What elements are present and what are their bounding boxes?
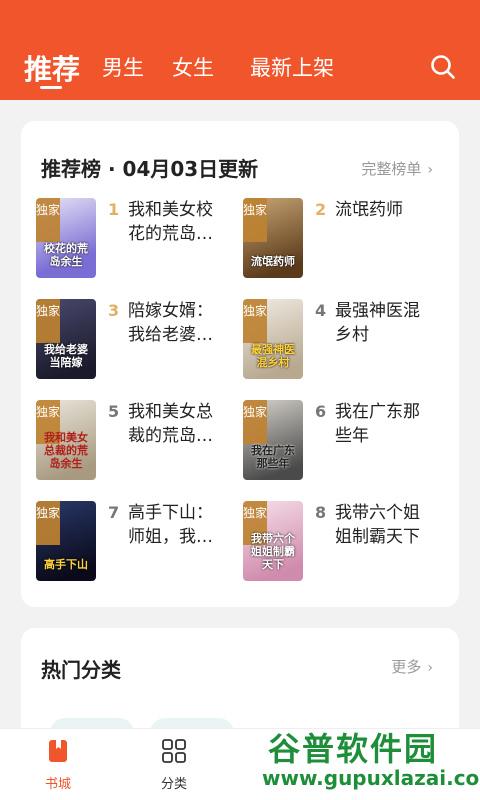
tabbar-label: 分类	[160, 777, 187, 792]
book-title: 高手下山：师姐，我…	[128, 503, 213, 547]
exclusive-badge: 独家	[243, 198, 267, 242]
rank-number: 5	[108, 402, 120, 421]
grid-icon	[162, 739, 186, 763]
book-title: 流氓药师	[335, 200, 403, 220]
book-cover: 独家 最强神医混乡村	[243, 299, 303, 379]
book-cover: 独家 高手下山	[36, 501, 96, 581]
full-ranking-label: 完整榜单	[361, 160, 422, 178]
tabbar-label: 书城	[44, 777, 71, 792]
ranking-card: 推荐榜 · 04月03日更新 完整榜单 › 独家 校花的荒岛余生 1 我和美女校花…	[21, 121, 459, 607]
book-cover: 独家 我给老婆当陪嫁	[36, 299, 96, 379]
full-ranking-link[interactable]: 完整榜单 ›	[361, 158, 433, 179]
book-cover: 独家 我和美女总裁的荒岛余生	[36, 400, 96, 480]
exclusive-badge: 独家	[243, 299, 267, 343]
book-cover: 独家 流氓药师	[243, 198, 303, 278]
watermark-cn: 谷普软件园	[268, 730, 439, 768]
tab-latest[interactable]: 最新上架	[250, 52, 334, 82]
book-item[interactable]: 独家 流氓药师 2 流氓药师	[243, 198, 443, 282]
tabbar-item-category[interactable]: 分类	[134, 729, 214, 800]
tab-male[interactable]: 男生	[102, 52, 144, 82]
book-item[interactable]: 独家 我和美女总裁的荒岛余生 5 我和美女总裁的荒岛…	[36, 400, 236, 484]
site-watermark: 谷普软件园 www.gupuxlazai.com	[262, 724, 480, 796]
tab-recommend[interactable]: 推荐	[24, 48, 80, 88]
rank-number: 8	[315, 503, 327, 522]
book-title: 我和美女总裁的荒岛…	[128, 402, 213, 446]
cover-text: 我给老婆当陪嫁	[44, 343, 88, 369]
book-title: 最强神医混乡村	[335, 301, 420, 345]
book-item[interactable]: 独家 我在广东那些年 6 我在广东那些年	[243, 400, 443, 484]
cover-text: 最强神医混乡村	[251, 343, 295, 369]
cover-text: 高手下山	[44, 558, 88, 571]
chevron-right-icon: ›	[427, 162, 433, 178]
rank-number: 6	[315, 402, 327, 421]
book-cover: 独家 我在广东那些年	[243, 400, 303, 480]
cover-text: 我在广东那些年	[251, 444, 295, 470]
rank-number: 7	[108, 503, 120, 522]
book-cover: 独家 校花的荒岛余生	[36, 198, 96, 278]
cover-text: 我带六个姐姐制霸天下	[251, 532, 295, 571]
exclusive-badge: 独家	[243, 400, 267, 444]
tabbar-item-bookstore[interactable]: 书城	[18, 729, 98, 800]
book-cover: 独家 我带六个姐姐制霸天下	[243, 501, 303, 581]
rank-number: 1	[108, 200, 120, 219]
book-title: 陪嫁女婿：我给老婆…	[128, 301, 213, 345]
categories-title: 热门分类	[41, 658, 121, 682]
book-item[interactable]: 独家 高手下山 7 高手下山：师姐，我…	[36, 501, 236, 585]
rank-number: 2	[315, 200, 327, 219]
exclusive-badge: 独家	[36, 501, 60, 545]
book-item[interactable]: 独家 最强神医混乡村 4 最强神医混乡村	[243, 299, 443, 383]
exclusive-badge: 独家	[36, 299, 60, 343]
cover-text: 我和美女总裁的荒岛余生	[44, 431, 88, 470]
book-item[interactable]: 独家 我给老婆当陪嫁 3 陪嫁女婿：我给老婆…	[36, 299, 236, 383]
book-item[interactable]: 独家 我带六个姐姐制霸天下 8 我带六个姐姐制霸天下	[243, 501, 443, 585]
exclusive-badge: 独家	[36, 198, 60, 242]
categories-more-link[interactable]: 更多 ›	[391, 656, 433, 677]
top-header: 推荐 男生 女生 最新上架	[0, 0, 480, 100]
book-title: 我在广东那些年	[335, 402, 420, 446]
book-icon	[49, 740, 67, 762]
cover-text: 校花的荒岛余生	[44, 242, 88, 268]
active-tab-indicator	[40, 86, 62, 89]
book-title: 我和美女校花的荒岛…	[128, 200, 213, 244]
ranking-title: 推荐榜 · 04月03日更新	[41, 157, 259, 181]
chevron-right-icon: ›	[427, 660, 433, 676]
search-icon[interactable]	[430, 54, 456, 80]
watermark-en: www.gupuxlazai.com	[262, 766, 480, 790]
rank-number: 3	[108, 301, 120, 320]
tab-female[interactable]: 女生	[172, 52, 214, 82]
cover-text: 流氓药师	[251, 255, 295, 268]
book-item[interactable]: 独家 校花的荒岛余生 1 我和美女校花的荒岛…	[36, 198, 236, 282]
rank-number: 4	[315, 301, 327, 320]
categories-more-label: 更多	[391, 658, 422, 676]
book-title: 我带六个姐姐制霸天下	[335, 503, 420, 547]
